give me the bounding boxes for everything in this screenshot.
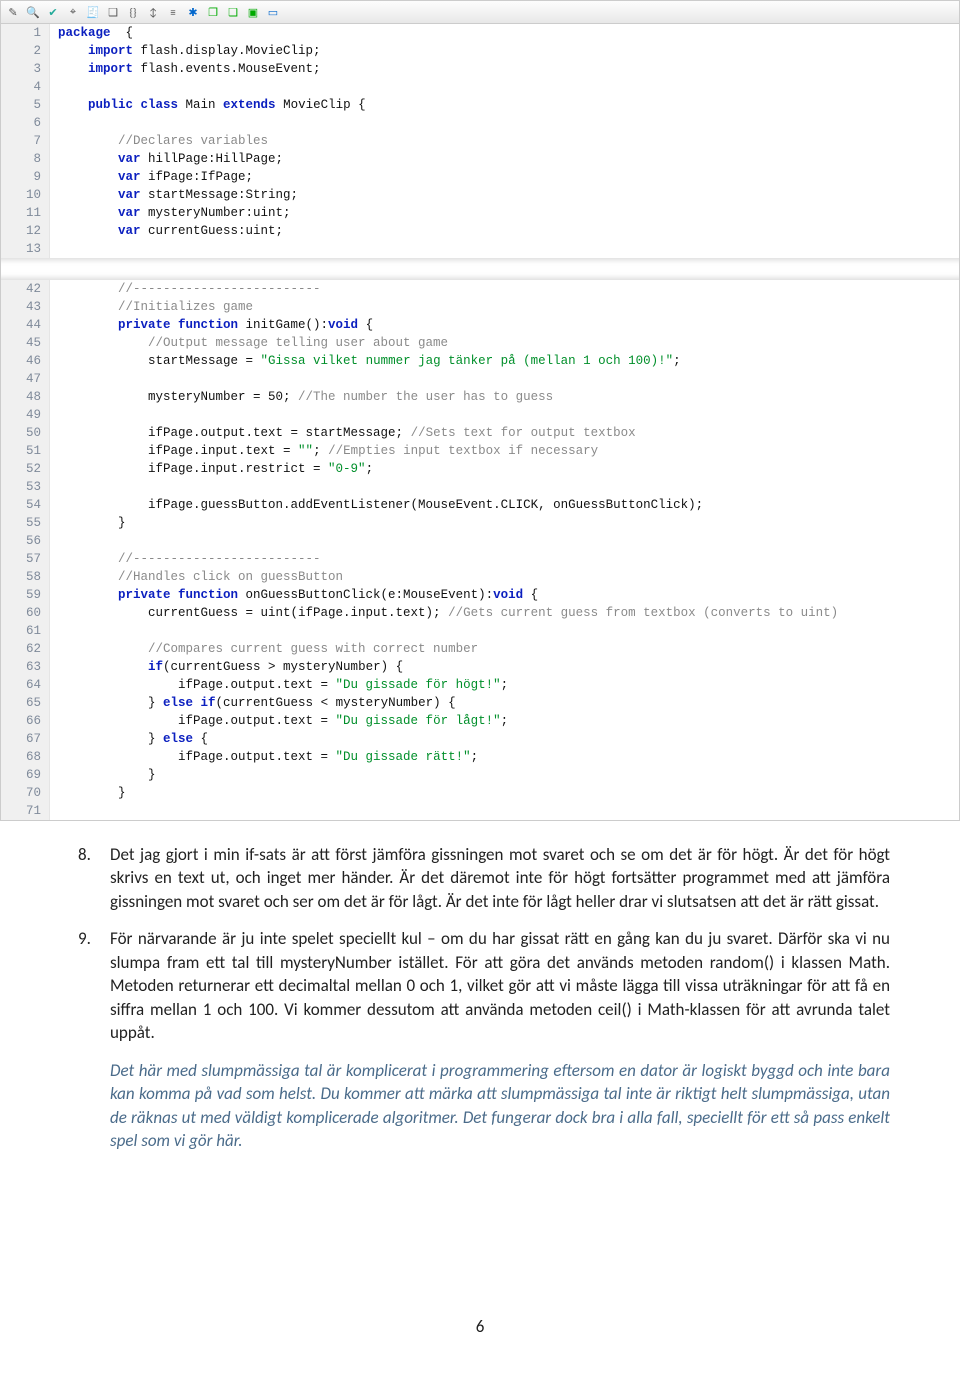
code-block-2: 4243444546474849505152535455565758596061… (1, 280, 959, 820)
tool-expand-icon[interactable]: ↕ (145, 4, 161, 20)
tool-braces-icon[interactable]: {} (125, 4, 141, 20)
tool-wand-icon[interactable]: ✎ (5, 4, 21, 20)
ide-toolbar: ✎ 🔍 ✔ ⌖ 🧾 ❑ {} ↕ ≡ ✱ ❐ ❏ ▣ ▭ (1, 1, 959, 24)
tool-check-icon[interactable]: ✔ (45, 4, 61, 20)
tool-comment-icon[interactable]: ❐ (205, 4, 221, 20)
line-gutter: 4243444546474849505152535455565758596061… (1, 280, 50, 820)
item-text: Det jag gjort i min if-sats är att först… (110, 844, 890, 912)
article-body: 8. Det jag gjort i min if-sats är att fö… (0, 833, 960, 1196)
item-number: 8. (78, 843, 91, 866)
line-gutter: 12345678910111213 (1, 24, 50, 258)
ide-screenshot: ✎ 🔍 ✔ ⌖ 🧾 ❑ {} ↕ ≡ ✱ ❐ ❏ ▣ ▭ 12345678910… (0, 0, 960, 821)
tool-target-icon[interactable]: ⌖ (65, 4, 81, 20)
code-area[interactable]: //------------------------- //Initialize… (50, 280, 959, 820)
code-area[interactable]: package { import flash.display.MovieClip… (50, 24, 959, 258)
tool-rect-icon[interactable]: ▭ (265, 4, 281, 20)
item-number: 9. (78, 927, 91, 950)
tool-comment2-icon[interactable]: ❏ (225, 4, 241, 20)
tool-asterisk-icon[interactable]: ✱ (185, 4, 201, 20)
tool-find-icon[interactable]: 🔍 (25, 4, 41, 20)
tool-cube-icon[interactable]: ❑ (105, 4, 121, 20)
list-item-8: 8. Det jag gjort i min if-sats är att fö… (110, 843, 890, 913)
page-number: 6 (0, 1316, 960, 1337)
note-paragraph: Det här med slumpmässiga tal är komplice… (110, 1059, 890, 1153)
list-item-9: 9. För närvarande är ju inte spelet spec… (110, 927, 890, 1152)
tool-box-icon[interactable]: ▣ (245, 4, 261, 20)
item-text: För närvarande är ju inte spelet speciel… (110, 928, 890, 1043)
tool-collapse-icon[interactable]: ≡ (165, 4, 181, 20)
code-block-1: 12345678910111213 package { import flash… (1, 24, 959, 258)
tool-tree-icon[interactable]: 🧾 (85, 4, 101, 20)
code-fold-gap (1, 258, 959, 280)
